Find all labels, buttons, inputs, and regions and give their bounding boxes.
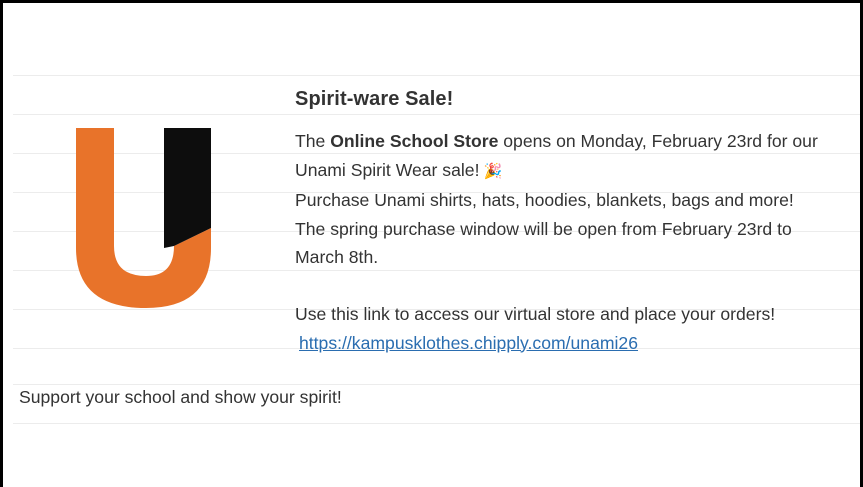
line1-post: opens on Monday, February 23rd for our — [498, 131, 818, 151]
email-frame: Spirit-ware Sale! The Online School Stor… — [3, 3, 860, 487]
store-link[interactable]: https://kampusklothes.chipply.com/unami2… — [299, 333, 638, 353]
body-line: Unami Spirit Wear sale! 🎉 — [295, 156, 860, 187]
divider — [13, 114, 860, 115]
post-heading: Spirit-ware Sale! — [295, 88, 454, 110]
line2: Unami Spirit Wear sale! — [295, 159, 480, 180]
unami-u-logo-icon — [76, 128, 211, 308]
post-body: The Online School Store opens on Monday,… — [295, 127, 860, 357]
footer-text: Support your school and show your spirit… — [19, 387, 342, 407]
body-line: March 8th. — [295, 247, 379, 267]
body-line: Use this link to access our virtual stor… — [295, 304, 776, 324]
body-line: The Online School Store opens on Monday,… — [295, 127, 860, 156]
body-line: Purchase Unami shirts, hats, hoodies, bl… — [295, 190, 794, 210]
body-line: The spring purchase window will be open … — [295, 218, 792, 239]
divider — [13, 423, 860, 424]
divider — [13, 75, 860, 76]
divider — [13, 384, 860, 385]
line1-pre: The — [295, 131, 331, 151]
party-popper-icon: 🎉 — [483, 162, 503, 180]
link-line: https://kampusklothes.chipply.com/unami2… — [295, 329, 860, 358]
store-name: Online School Store — [330, 131, 499, 151]
